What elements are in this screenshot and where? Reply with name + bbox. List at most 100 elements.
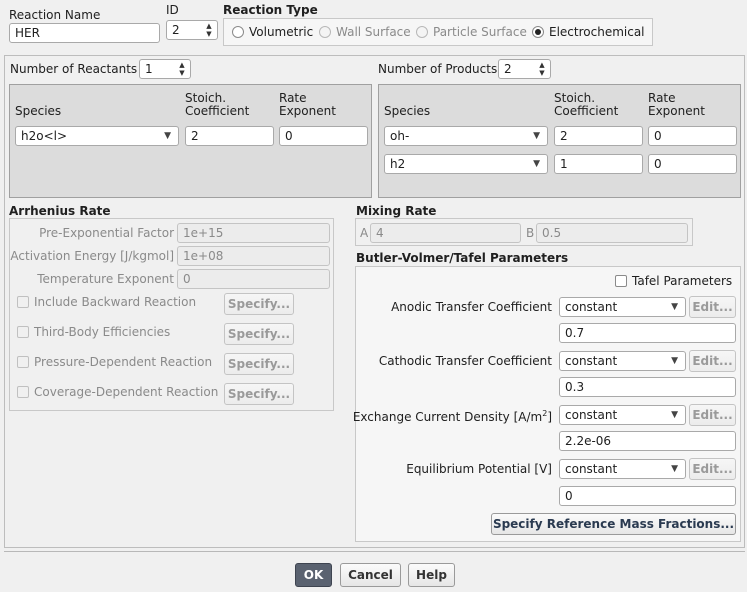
cathodic-coef-label: Cathodic Transfer Coefficient [378,354,552,368]
cancel-button[interactable]: Cancel [340,563,401,587]
equilibrium-potential-method-select[interactable]: constant ▼ [559,459,686,479]
num-reactants-value: 1 [145,62,153,76]
tafel-parameters-label: Tafel Parameters [632,274,733,288]
reactants-col-rate-2: Exponent [279,104,336,118]
reaction-type-label: Reaction Type [223,3,318,17]
mixing-a-input[interactable]: 4 [370,223,521,243]
product-species-value-2: h2 [390,157,406,171]
radio-electrochemical[interactable] [532,26,544,38]
equilibrium-potential-method-value: constant [565,462,618,476]
help-button[interactable]: Help [408,563,455,587]
chevron-down-icon: ▼ [671,410,678,420]
radio-wall-surface-label: Wall Surface [336,25,411,39]
activation-energy-label: Activation Energy [J/kgmol] [10,249,174,263]
butler-volmer-title: Butler-Volmer/Tafel Parameters [356,251,569,265]
products-col-stoich: Stoich. [554,91,596,105]
temp-exp-label: Temperature Exponent [37,272,174,286]
mixing-rate-group: A 4 B 0.5 [355,218,693,246]
reactant-rate-input[interactable]: 0 [279,126,368,146]
reaction-name-label: Reaction Name [9,8,101,22]
equilibrium-potential-edit-button[interactable]: Edit... [689,458,736,480]
reactant-species-value: h2o<l> [21,129,68,143]
anodic-coef-input[interactable]: 0.7 [559,323,736,343]
backward-reaction-specify-button[interactable]: Specify... [224,293,294,315]
product-species-select-1[interactable]: oh- ▼ [384,126,548,146]
reaction-name-input[interactable]: HER [9,23,160,43]
third-body-specify-button[interactable]: Specify... [224,323,294,345]
spinner-arrows-icon[interactable]: ▲ ▼ [177,61,187,77]
exchange-current-label-end: ] [547,410,552,424]
product-stoich-input-2[interactable]: 1 [554,154,643,174]
products-col-rate: Rate [648,91,676,105]
footer-separator [4,551,745,552]
pressure-dependent-checkbox[interactable] [17,356,29,368]
ok-button[interactable]: OK [295,563,332,587]
pre-exp-label: Pre-Exponential Factor [39,226,174,240]
id-label: ID [166,3,179,17]
reactant-species-select[interactable]: h2o<l> ▼ [15,126,179,146]
num-reactants-label: Number of Reactants [10,62,138,76]
cathodic-coef-input[interactable]: 0.3 [559,377,736,397]
anodic-coef-method-select[interactable]: constant ▼ [559,297,686,317]
exchange-current-method-value: constant [565,408,618,422]
product-stoich-input-1[interactable]: 2 [554,126,643,146]
backward-reaction-checkbox[interactable] [17,296,29,308]
coverage-dependent-checkbox[interactable] [17,386,29,398]
exchange-current-edit-button[interactable]: Edit... [689,404,736,426]
pressure-dependent-label: Pressure-Dependent Reaction [34,355,213,369]
exchange-current-method-select[interactable]: constant ▼ [559,405,686,425]
cathodic-coef-edit-button[interactable]: Edit... [689,350,736,372]
mixing-b-label: B [526,226,535,240]
chevron-down-icon: ▼ [533,131,540,141]
chevron-down-icon: ▼ [671,302,678,312]
backward-reaction-label: Include Backward Reaction [34,295,197,309]
radio-particle-surface-label: Particle Surface [433,25,527,39]
pre-exp-input[interactable]: 1e+15 [177,223,330,243]
radio-volumetric[interactable] [232,26,244,38]
specify-reference-mass-fractions-button[interactable]: Specify Reference Mass Fractions... [491,513,736,535]
reactants-table: Species Stoich. Coefficient Rate Exponen… [9,84,372,198]
temp-exp-input[interactable]: 0 [177,269,330,289]
mixing-b-input[interactable]: 0.5 [536,223,688,243]
products-col-species: Species [384,104,431,118]
spinner-arrows-icon[interactable]: ▲ ▼ [537,61,547,77]
radio-particle-surface[interactable] [416,26,428,38]
chevron-down-icon: ▼ [671,356,678,366]
product-rate-input-1[interactable]: 0 [648,126,737,146]
chevron-down-icon: ▼ [533,159,540,169]
product-rate-input-2[interactable]: 0 [648,154,737,174]
arrhenius-title: Arrhenius Rate [9,204,111,218]
num-products-spinner[interactable]: 2 ▲ ▼ [498,59,551,79]
third-body-checkbox[interactable] [17,326,29,338]
reactants-col-stoich: Stoich. [185,91,227,105]
anodic-coef-edit-button[interactable]: Edit... [689,296,736,318]
exchange-current-input[interactable]: 2.2e-06 [559,431,736,451]
cathodic-coef-method-value: constant [565,354,618,368]
chevron-down-icon: ▼ [164,131,171,141]
reactants-col-rate: Rate [279,91,307,105]
products-col-rate-2: Exponent [648,104,705,118]
reactant-stoich-input[interactable]: 2 [185,126,274,146]
spinner-arrows-icon[interactable]: ▲ ▼ [204,22,214,38]
id-value: 2 [172,23,180,37]
num-products-label: Number of Products [378,62,498,76]
radio-wall-surface[interactable] [319,26,331,38]
anodic-coef-label: Anodic Transfer Coefficient [391,300,552,314]
mixing-a-label: A [360,226,369,240]
cathodic-coef-method-select[interactable]: constant ▼ [559,351,686,371]
reaction-type-group: Volumetric Wall Surface Particle Surface… [223,18,653,46]
activation-energy-input[interactable]: 1e+08 [177,246,330,266]
mixing-rate-title: Mixing Rate [356,204,437,218]
tafel-parameters-checkbox[interactable] [615,275,627,287]
reactants-col-species: Species [15,104,62,118]
id-spinner[interactable]: 2 ▲ ▼ [166,20,218,40]
coverage-dependent-specify-button[interactable]: Specify... [224,383,294,405]
num-reactants-spinner[interactable]: 1 ▲ ▼ [139,59,191,79]
num-products-value: 2 [504,62,512,76]
equilibrium-potential-label: Equilibrium Potential [V] [406,462,552,476]
equilibrium-potential-input[interactable]: 0 [559,486,736,506]
butler-volmer-group: Tafel Parameters Anodic Transfer Coeffic… [353,266,741,542]
product-species-select-2[interactable]: h2 ▼ [384,154,548,174]
pressure-dependent-specify-button[interactable]: Specify... [224,353,294,375]
radio-electrochemical-label: Electrochemical [549,25,645,39]
